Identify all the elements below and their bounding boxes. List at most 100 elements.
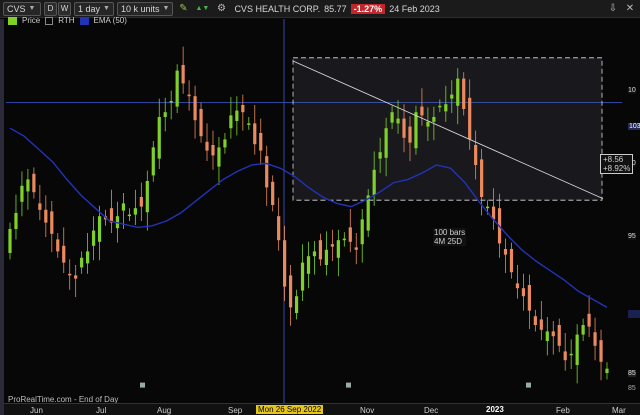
candle-body	[91, 230, 96, 246]
candle-body	[265, 156, 269, 188]
price-chart[interactable]: Price RTH EMA (50) 10 103 10 95 85 85 +8…	[0, 16, 640, 415]
company-name: CVS HEALTH CORP.	[234, 3, 321, 14]
chart-canvas[interactable]	[0, 19, 640, 415]
mode-w-button[interactable]: W	[58, 1, 71, 16]
candle-body	[187, 94, 191, 97]
x-tick-label: 2023	[486, 405, 504, 414]
candle-body	[300, 262, 305, 291]
candle-body	[318, 240, 323, 260]
candle-body	[342, 238, 346, 241]
close-icon[interactable]: ✕	[623, 2, 637, 16]
y-tick-label: 95	[628, 233, 636, 240]
candle-body	[372, 169, 376, 196]
candle-body	[14, 213, 18, 229]
candle-body	[396, 118, 400, 124]
candle-body	[283, 240, 287, 287]
candle-body	[438, 105, 442, 108]
settings-icon[interactable]: ⚙	[214, 2, 228, 16]
legend-rth[interactable]: RTH	[58, 16, 74, 25]
legend-ema[interactable]: EMA (50)	[94, 16, 127, 25]
mode-d-button[interactable]: D	[44, 1, 57, 16]
candle-body	[593, 332, 597, 346]
candle-body	[348, 227, 352, 242]
candle-body	[139, 197, 143, 207]
x-tick-label: Dec	[424, 406, 439, 415]
candle-body	[50, 211, 54, 234]
candle-body	[480, 159, 484, 197]
candle-body	[229, 115, 233, 129]
candle-body	[20, 185, 24, 202]
candle-body	[259, 133, 263, 151]
candle-body	[271, 181, 275, 205]
candle-body	[456, 78, 460, 106]
crosshair-y-label: 103	[628, 123, 640, 130]
units-label: 10 k units	[120, 3, 160, 14]
ticker-label: CVS	[7, 3, 26, 14]
mode-w-label: W	[60, 4, 69, 13]
measure-points: +8.56	[603, 155, 624, 164]
candle-body	[223, 139, 227, 148]
measure-tooltip: +8.56 +8.92%	[600, 154, 634, 174]
candle-body	[288, 275, 293, 308]
candle-body	[157, 117, 161, 159]
price-badge: 85	[628, 370, 636, 377]
x-tick-label: Nov	[360, 406, 375, 415]
candle-body	[360, 219, 364, 245]
bars-duration: 4M 25D	[434, 237, 463, 246]
legend-price[interactable]: Price	[22, 16, 40, 25]
candle-body	[68, 273, 72, 276]
candle-body	[324, 249, 329, 265]
units-select[interactable]: 10 k units ▼	[116, 1, 174, 16]
ema-swatch	[79, 16, 89, 25]
candle-body	[408, 126, 412, 143]
candle-body	[509, 249, 514, 273]
candle-body	[426, 121, 430, 127]
crosshair-x-label: Mon 26 Sep 2022	[256, 405, 324, 414]
candle-body	[330, 244, 334, 247]
wrench-icon[interactable]: ✎	[176, 2, 190, 16]
candle-body	[38, 203, 42, 210]
x-tick-label: Aug	[157, 406, 172, 415]
candle-body	[193, 96, 197, 121]
candle-body	[486, 206, 490, 209]
candle-body	[539, 319, 543, 330]
candle-body	[390, 112, 394, 123]
x-tick-label: Sep	[228, 406, 243, 415]
candle-body	[569, 353, 573, 356]
candle-body	[26, 179, 30, 192]
download-icon[interactable]: ⇩	[606, 2, 620, 16]
price-change-badge: -1.27%	[350, 3, 386, 14]
left-side-panel[interactable]	[0, 19, 4, 415]
candle-body	[145, 181, 149, 213]
event-marker-icon	[526, 382, 531, 388]
bars-count: 100 bars	[434, 228, 466, 237]
candle-body	[557, 325, 561, 346]
checkbox[interactable]	[45, 16, 54, 25]
candle-body	[277, 216, 281, 241]
mode-d-label: D	[47, 4, 54, 13]
candle-body	[175, 70, 179, 107]
ticker-select[interactable]: CVS ▼	[3, 1, 41, 16]
candle-body	[581, 325, 585, 335]
price-swatch	[8, 16, 17, 25]
candle-body	[181, 65, 185, 84]
chevron-down-icon: ▼	[162, 5, 170, 12]
candle-body	[169, 101, 173, 103]
candle-body	[121, 203, 126, 211]
candle-body	[8, 229, 12, 253]
x-tick-label: Feb	[556, 406, 570, 415]
candle-body	[306, 256, 311, 274]
candle-body	[402, 118, 406, 138]
interval-select[interactable]: 1 day ▼	[74, 1, 114, 16]
candle-body	[247, 123, 251, 125]
candle-body	[432, 117, 436, 122]
candle-body	[587, 313, 591, 327]
candle-body	[354, 247, 358, 250]
x-axis: Jun Jul Aug Sep Mon 26 Sep 2022 Nov Dec …	[0, 403, 640, 415]
candle-body	[211, 145, 215, 156]
candle-body	[312, 251, 317, 257]
candle-body	[294, 296, 299, 313]
trade-icon[interactable]: ▲▼	[193, 2, 211, 16]
candle-body	[414, 112, 418, 149]
interval-label: 1 day	[78, 3, 101, 14]
